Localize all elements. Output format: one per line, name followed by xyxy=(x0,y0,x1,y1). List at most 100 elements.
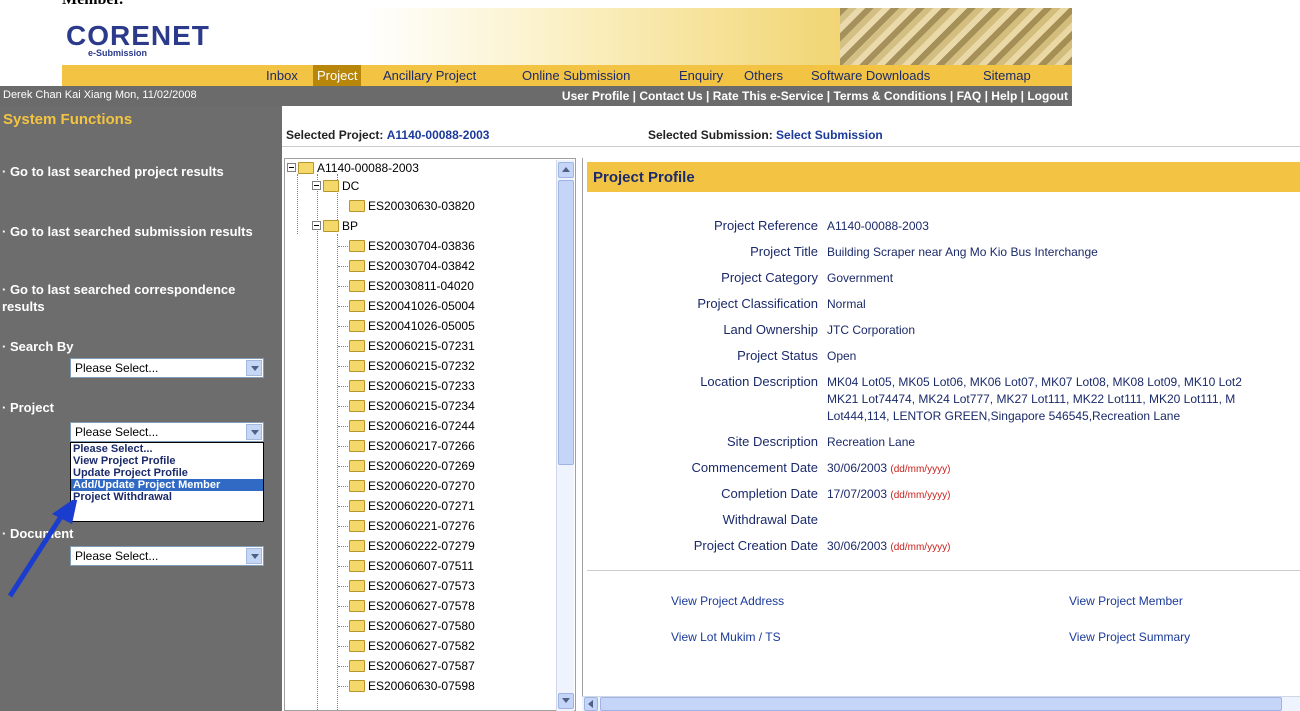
option-project-withdrawal[interactable]: Project Withdrawal xyxy=(71,491,263,503)
tree-node-bp-item[interactable]: ES20060215-07233 xyxy=(338,377,475,395)
tree-node-bp-item[interactable]: ES20041026-05005 xyxy=(338,317,475,335)
tree-node-bp-item[interactable]: ES20060222-07279 xyxy=(338,537,475,555)
scroll-left-icon[interactable] xyxy=(584,697,598,711)
tree-node-bp-item[interactable]: ES20030704-03836 xyxy=(338,237,475,255)
tree-node-bp-item[interactable]: ES20060220-07269 xyxy=(338,457,475,475)
tree-node-dc[interactable]: DC xyxy=(312,177,359,195)
tree-node-bp-item[interactable]: ES20060220-07270 xyxy=(338,477,475,495)
corenet-logo[interactable]: CORENET e-Submission xyxy=(66,20,210,62)
chevron-down-icon[interactable] xyxy=(246,548,262,564)
link-terms[interactable]: Terms & Conditions xyxy=(833,89,946,103)
tree-node-bp-item[interactable]: ES20030811-04020 xyxy=(338,277,474,295)
tree-node-bp[interactable]: BP xyxy=(312,217,358,235)
nav-online-submission[interactable]: Online Submission xyxy=(518,65,634,86)
collapse-icon[interactable] xyxy=(287,163,296,173)
option-update-project-profile[interactable]: Update Project Profile xyxy=(71,467,263,479)
tree-node-bp-item[interactable]: ES20060607-07511 xyxy=(338,557,474,575)
user-info: Derek Chan Kai Xiang Mon, 11/02/2008 xyxy=(3,89,197,101)
divider xyxy=(587,570,1300,571)
tree-node-label: ES20060627-07587 xyxy=(368,659,475,673)
tree-node-bp-item[interactable]: ES20060627-07578 xyxy=(338,597,475,615)
view-project-member-link[interactable]: View Project Member xyxy=(1069,594,1183,608)
scroll-down-icon[interactable] xyxy=(558,693,574,709)
tree-node-bp-item[interactable]: ES20060627-07580 xyxy=(338,617,475,635)
tree-branch-line xyxy=(338,646,348,647)
view-project-address-link[interactable]: View Project Address xyxy=(671,594,784,608)
folder-icon xyxy=(298,161,314,174)
link-help[interactable]: Help xyxy=(991,89,1017,103)
tree-node-bp-item[interactable]: ES20060630-07598 xyxy=(338,677,475,695)
tree-vertical-scrollbar[interactable] xyxy=(556,160,574,711)
tree-node-bp-item[interactable]: ES20060216-07244 xyxy=(338,417,475,435)
tree-node-root[interactable]: A1140-00088-2003 xyxy=(287,159,419,177)
tree-node-bp-item[interactable]: ES20060627-07573 xyxy=(338,577,475,595)
scroll-thumb[interactable] xyxy=(558,180,574,465)
nav-others[interactable]: Others xyxy=(740,65,787,86)
tree-node-bp-item[interactable]: ES20060627-07582 xyxy=(338,637,475,655)
link-rate-service[interactable]: Rate This e-Service xyxy=(713,89,824,103)
tree-node-bp-item[interactable]: ES20060221-07276 xyxy=(338,517,475,535)
selected-project: Selected Project: A1140-00088-2003 xyxy=(286,128,489,142)
tree-node-bp-item[interactable]: ES20060215-07231 xyxy=(338,337,475,355)
tree-node-bp-item[interactable]: ES20060215-07234 xyxy=(338,397,475,415)
nav-ancillary-project[interactable]: Ancillary Project xyxy=(379,65,480,86)
tree-node-bp-item[interactable]: ES20041026-05004 xyxy=(338,297,475,315)
link-faq[interactable]: FAQ xyxy=(957,89,982,103)
last-project-results-link[interactable]: · Go to last searched project results xyxy=(2,163,278,180)
chevron-down-icon[interactable] xyxy=(246,424,262,440)
sidebar: System Functions · Go to last searched p… xyxy=(0,106,282,711)
option-add-update-project-member[interactable]: Add/Update Project Member xyxy=(71,479,263,491)
view-lot-mukim-link[interactable]: View Lot Mukim / TS xyxy=(671,630,781,644)
field-value-project-status: Open xyxy=(827,349,857,363)
logo-text: CORENET xyxy=(66,20,210,51)
chevron-down-icon[interactable] xyxy=(246,360,262,376)
select-submission-link[interactable]: Select Submission xyxy=(776,128,883,142)
search-by-select[interactable]: Please Select... xyxy=(70,358,264,378)
folder-icon xyxy=(349,499,365,512)
folder-icon xyxy=(349,379,365,392)
logo-subtitle: e-Submission xyxy=(88,48,148,58)
folder-icon xyxy=(349,659,365,672)
document-select[interactable]: Please Select... xyxy=(70,546,264,566)
tree-node-label: ES20060215-07233 xyxy=(368,379,475,393)
tree-node-bp-item[interactable]: ES20060217-07266 xyxy=(338,437,475,455)
link-contact-us[interactable]: Contact Us xyxy=(639,89,702,103)
tree-branch-line xyxy=(338,486,348,487)
tree-node-label: ES20030704-03842 xyxy=(368,259,475,273)
nav-software-downloads[interactable]: Software Downloads xyxy=(807,65,934,86)
nav-sitemap[interactable]: Sitemap xyxy=(979,65,1035,86)
field-label-withdrawal-date: Withdrawal Date xyxy=(722,512,818,527)
tree-node-label: ES20060221-07276 xyxy=(368,519,475,533)
option-please-select[interactable]: Please Select... xyxy=(71,443,263,455)
view-project-summary-link[interactable]: View Project Summary xyxy=(1069,630,1190,644)
tree-node-dc-item[interactable]: ES20030630-03820 xyxy=(349,197,475,215)
field-value-project-classification: Normal xyxy=(827,297,866,311)
collapse-icon[interactable] xyxy=(312,221,321,231)
commencement-date-value: 30/06/2003 xyxy=(827,461,888,475)
tree-node-bp-item[interactable]: ES20060627-07587 xyxy=(338,657,475,675)
last-correspondence-results-link[interactable]: · Go to last searched correspondence res… xyxy=(2,281,278,315)
folder-icon xyxy=(349,599,365,612)
scroll-up-icon[interactable] xyxy=(558,162,574,178)
nav-enquiry[interactable]: Enquiry xyxy=(675,65,727,86)
nav-project[interactable]: Project xyxy=(313,65,362,86)
scroll-thumb[interactable] xyxy=(600,697,1282,711)
tree-branch-line xyxy=(338,626,348,627)
collapse-icon[interactable] xyxy=(312,181,321,191)
tree-node-bp-item[interactable]: ES20060220-07271 xyxy=(338,497,475,515)
project-select[interactable]: Please Select... xyxy=(70,422,264,442)
selected-project-value[interactable]: A1140-00088-2003 xyxy=(387,128,490,142)
link-logout[interactable]: Logout xyxy=(1027,89,1068,103)
last-submission-results-link[interactable]: · Go to last searched submission results xyxy=(2,223,278,240)
tree-branch-line xyxy=(338,446,348,447)
selected-project-label: Selected Project: xyxy=(286,128,384,142)
field-value-site-description: Recreation Lane xyxy=(827,435,916,449)
nav-inbox[interactable]: Inbox xyxy=(262,65,302,86)
link-user-profile[interactable]: User Profile xyxy=(562,89,629,103)
tree-node-bp-item[interactable]: ES20030704-03842 xyxy=(338,257,475,275)
tree-node-label: BP xyxy=(342,219,359,233)
option-view-project-profile[interactable]: View Project Profile xyxy=(71,455,263,467)
tree-node-label: ES20060220-07270 xyxy=(368,479,475,493)
profile-horizontal-scrollbar[interactable] xyxy=(582,696,1300,711)
tree-node-bp-item[interactable]: ES20060215-07232 xyxy=(338,357,475,375)
